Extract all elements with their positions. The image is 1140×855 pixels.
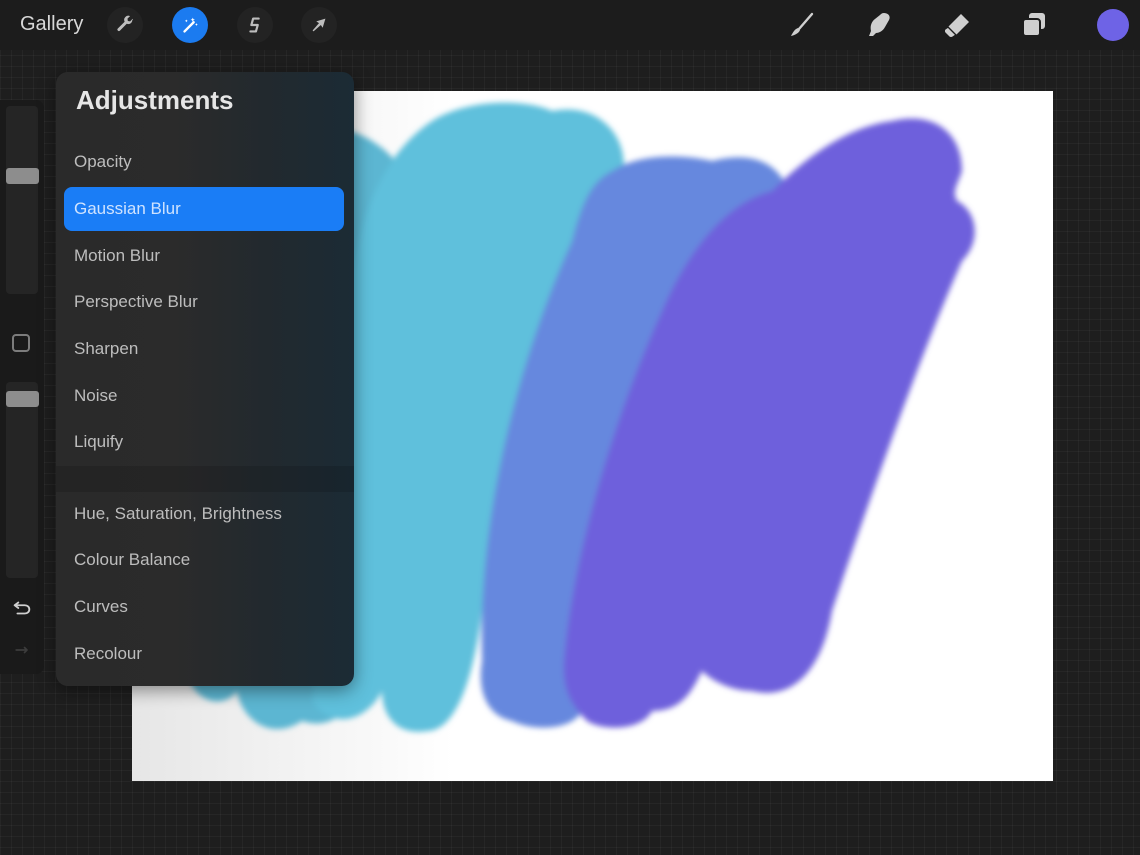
menu-item-opacity[interactable]: Opacity	[64, 140, 344, 184]
color-picker-swatch[interactable]	[1097, 9, 1129, 41]
layers-button[interactable]	[1017, 8, 1051, 42]
adjustments-panel: Adjustments Opacity Gaussian Blur Motion…	[56, 72, 354, 686]
menu-item-motion-blur[interactable]: Motion Blur	[64, 234, 344, 278]
brush-opacity-thumb[interactable]	[6, 391, 39, 407]
redo-button[interactable]	[8, 638, 36, 662]
wrench-icon	[117, 15, 133, 32]
panel-title: Adjustments	[76, 85, 234, 115]
brush-opacity-slider[interactable]	[6, 382, 38, 578]
top-toolbar: Gallery	[0, 0, 1140, 50]
transform-button[interactable]	[301, 7, 337, 43]
brush-size-thumb[interactable]	[6, 167, 39, 184]
modify-button[interactable]	[12, 334, 30, 352]
redo-arrow-icon	[15, 646, 28, 654]
menu-item-perspective-blur[interactable]: Perspective Blur	[64, 280, 344, 324]
adjustments-button[interactable]	[172, 7, 208, 43]
gallery-button[interactable]: Gallery	[20, 13, 83, 36]
actions-button[interactable]	[107, 7, 143, 43]
menu-item-sharpen[interactable]: Sharpen	[64, 327, 344, 371]
selection-button[interactable]	[237, 7, 273, 43]
magic-wand-icon	[183, 17, 198, 33]
menu-item-hue-saturation-brightness[interactable]: Hue, Saturation, Brightness	[64, 492, 344, 536]
menu-item-curves[interactable]: Curves	[64, 585, 344, 629]
panel-section-divider	[56, 466, 354, 492]
smudge-finger-icon	[869, 13, 890, 36]
menu-item-gaussian-blur[interactable]: Gaussian Blur	[64, 187, 344, 231]
menu-item-liquify[interactable]: Liquify	[64, 420, 344, 464]
menu-item-colour-balance[interactable]: Colour Balance	[64, 538, 344, 582]
eraser-icon	[943, 14, 969, 39]
undo-button[interactable]	[8, 596, 36, 620]
menu-item-noise[interactable]: Noise	[64, 374, 344, 418]
left-sidebar	[0, 100, 44, 674]
brush-icon	[791, 12, 814, 36]
selection-s-icon	[249, 17, 260, 33]
brush-size-slider[interactable]	[6, 106, 38, 294]
layers-icon	[1022, 13, 1045, 37]
brush-button[interactable]	[785, 8, 819, 42]
arrow-cursor-icon	[312, 18, 326, 32]
eraser-button[interactable]	[940, 8, 974, 42]
menu-item-recolour[interactable]: Recolour	[64, 632, 344, 676]
undo-arrow-icon	[13, 601, 31, 615]
smudge-button[interactable]	[862, 8, 896, 42]
